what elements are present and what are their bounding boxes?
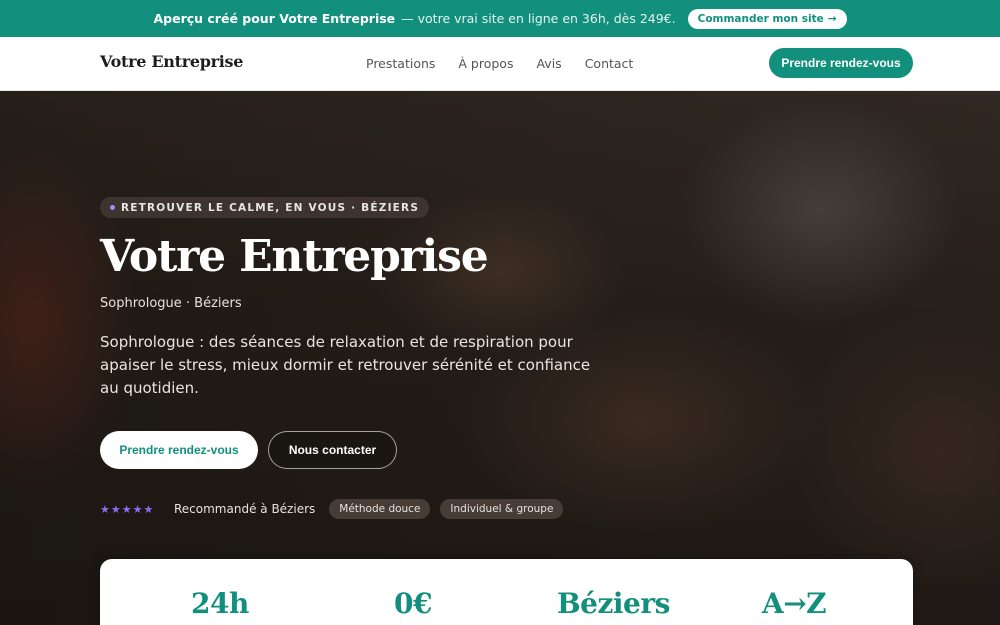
- pill-individuel-groupe: Individuel & groupe: [440, 499, 564, 519]
- hero-book-button[interactable]: Prendre rendez-vous: [100, 431, 258, 469]
- brand-logo[interactable]: Votre Entreprise: [100, 52, 243, 71]
- hero-title: Votre Entreprise: [100, 231, 489, 282]
- promo-text-bold: Aperçu créé pour Votre Entreprise: [153, 11, 396, 26]
- nav-link-contact[interactable]: Contact: [585, 56, 634, 71]
- promo-text: — votre vrai site en ligne en 36h, dès 2…: [401, 11, 676, 26]
- trust-text: Recommandé à Béziers: [174, 502, 316, 516]
- rating-stars-icon: ★★★★★: [100, 502, 155, 516]
- pill-methode-douce: Méthode douce: [329, 499, 431, 519]
- stats-card: 24h 0€ Béziers A→Z: [100, 559, 913, 625]
- stat-a-to-z: A→Z: [762, 587, 827, 620]
- trust-row: ★★★★★ Recommandé à Béziers Méthode douce…: [100, 499, 564, 519]
- book-appointment-button[interactable]: Prendre rendez-vous: [769, 48, 913, 78]
- order-site-button[interactable]: Commander mon site →: [687, 8, 847, 29]
- hero-eyebrow-text: RETROUVER LE CALME, EN VOUS · BÉZIERS: [121, 201, 420, 214]
- hero-section: RETROUVER LE CALME, EN VOUS · BÉZIERS Vo…: [0, 91, 1000, 625]
- stat-24h: 24h: [191, 587, 249, 620]
- dot-icon: [110, 205, 115, 210]
- hero-description: Sophrologue : des séances de relaxation …: [100, 333, 591, 397]
- nav-link-avis[interactable]: Avis: [536, 56, 561, 71]
- stat-price: 0€: [394, 587, 432, 620]
- navbar: Votre Entreprise Prestations À propos Av…: [0, 37, 1000, 91]
- order-site-label: Commander mon site: [697, 12, 824, 25]
- promo-banner: Aperçu créé pour Votre Entreprise — votr…: [0, 0, 1000, 37]
- hero-contact-button[interactable]: Nous contacter: [268, 431, 397, 469]
- stat-city: Béziers: [557, 587, 670, 620]
- nav-link-prestations[interactable]: Prestations: [366, 56, 435, 71]
- nav-link-a-propos[interactable]: À propos: [458, 56, 513, 71]
- hero-subtitle: Sophrologue · Béziers: [100, 296, 242, 311]
- hero-eyebrow: RETROUVER LE CALME, EN VOUS · BÉZIERS: [100, 197, 430, 218]
- arrow-right-icon: →: [827, 12, 837, 25]
- nav-links: Prestations À propos Avis Contact: [366, 56, 633, 71]
